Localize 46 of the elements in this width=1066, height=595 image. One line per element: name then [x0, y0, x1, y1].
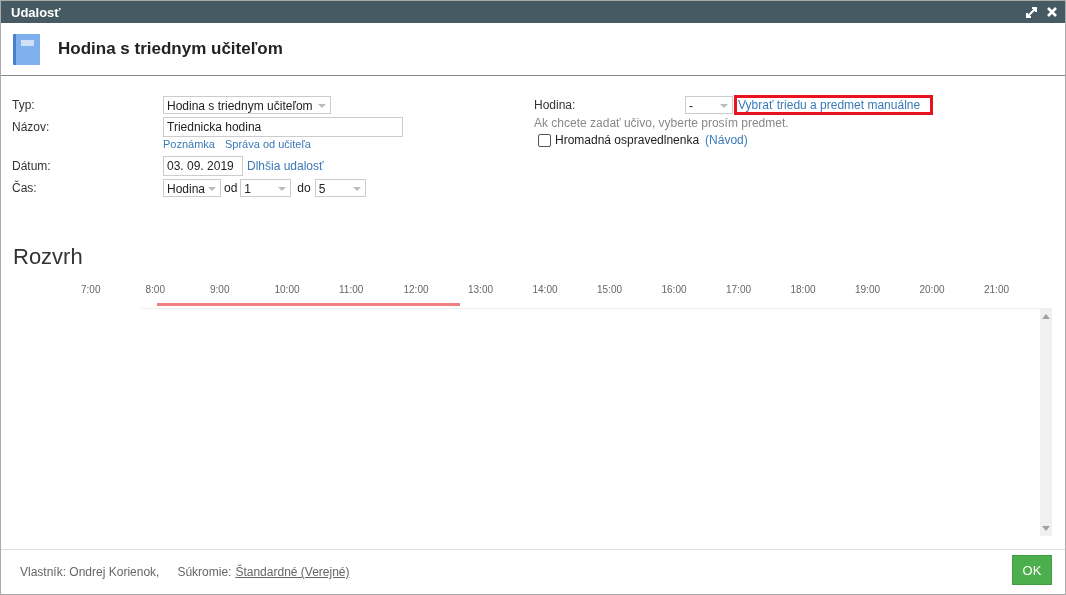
to-label: do: [297, 181, 311, 195]
date-input[interactable]: 03. 09. 2019: [163, 156, 243, 176]
field-label: Dátum:: [12, 159, 52, 173]
link[interactable]: Poznámka: [163, 138, 215, 150]
expand-icon[interactable]: [1026, 6, 1037, 18]
field-label: Typ:: [12, 98, 36, 112]
checkbox-label: Hromadná ospravedlnenka: [555, 133, 700, 147]
hour-label: 9:00: [210, 284, 231, 297]
unit-select[interactable]: Hodina: [163, 179, 221, 197]
from-select[interactable]: 1: [240, 179, 292, 197]
event-title: Hodina s triednym učiteľom: [58, 39, 283, 59]
manual-select-link[interactable]: Vybrať triedu a predmet manuálne: [737, 98, 931, 112]
field-label: Hodina:: [534, 98, 577, 112]
owner-text: Vlastník: Ondrej Korienok,: [20, 565, 160, 579]
close-icon[interactable]: [1047, 7, 1057, 17]
hour-label: 10:00: [274, 284, 301, 297]
hour-label: 11:00: [339, 284, 365, 297]
from-label: od: [224, 181, 238, 195]
privacy-link[interactable]: Štandardné (Verejné): [235, 565, 350, 579]
hour-label: 18:00: [790, 284, 817, 297]
field-label: Čas:: [12, 181, 38, 195]
link[interactable]: (Návod): [705, 133, 748, 147]
hour-label: 15:00: [597, 284, 624, 297]
type-select[interactable]: Hodina s triednym učiteľom: [163, 96, 331, 114]
hour-label: 13:00: [468, 284, 495, 297]
name-input[interactable]: Triednicka hodina: [163, 117, 403, 137]
privacy-label: Súkromie:: [177, 565, 232, 579]
hour-label: 8:00: [145, 284, 166, 297]
to-select[interactable]: 5: [314, 179, 366, 197]
section-title: Rozvrh: [12, 244, 84, 271]
hour-label: 12:00: [403, 284, 430, 297]
field-label: Názov:: [12, 120, 51, 134]
hour-label: 17:00: [726, 284, 753, 297]
book-icon: [13, 33, 40, 65]
hint-text: Ak chcete zadať učivo, vyberte prosím predmet.: [534, 116, 790, 130]
hour-label: 21:00: [984, 284, 1011, 297]
hour-label: 19:00: [855, 284, 882, 297]
checkbox[interactable]: [538, 133, 551, 147]
link[interactable]: Správa od učiteľa: [225, 138, 311, 150]
hour-label: 14:00: [532, 284, 559, 297]
lesson-select[interactable]: -: [685, 96, 733, 114]
hour-label: 20:00: [919, 284, 946, 297]
link[interactable]: Dlhšia udalosť: [247, 159, 324, 173]
hour-label: 7:00: [81, 284, 102, 297]
hour-label: 16:00: [661, 284, 688, 297]
window-title: Udalosť: [11, 4, 61, 20]
